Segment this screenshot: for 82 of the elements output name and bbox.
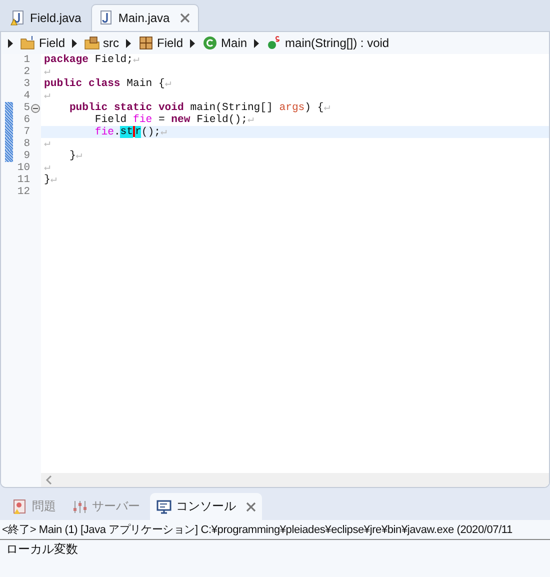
chevron-right-icon — [253, 38, 260, 48]
code-token: ) { — [304, 102, 324, 114]
view-tab[interactable]: コンソール — [150, 493, 262, 520]
code-token: (); — [141, 126, 160, 138]
code-token: public class — [44, 78, 120, 90]
editor-tab[interactable]: Main.java — [91, 4, 199, 31]
monitor-icon — [156, 498, 172, 514]
code-token: Main { — [126, 78, 165, 90]
tab-label: サーバー — [92, 498, 140, 515]
code-token: ↵ — [247, 114, 254, 126]
package-folder-icon — [84, 35, 100, 51]
code-token: = — [158, 114, 166, 126]
chevron-right-icon — [189, 38, 196, 48]
tab-label: Field.java — [30, 11, 82, 25]
code-token: Field — [94, 114, 128, 126]
breadcrumb-label: Field — [157, 36, 184, 50]
breadcrumb-label: Field — [39, 36, 66, 50]
code-token: st — [120, 126, 134, 138]
code-token: ↵ — [50, 174, 57, 186]
editor-tab[interactable]: Field.java — [4, 5, 90, 31]
code-token: ↵ — [164, 78, 172, 90]
breadcrumb-label: src — [103, 36, 120, 50]
code-token: fie — [133, 114, 152, 126]
chevron-right-icon — [125, 38, 132, 48]
breadcrumb-label: Main — [221, 36, 248, 50]
line-number: 8 — [22, 138, 30, 150]
problems-icon — [12, 498, 28, 514]
code-token: public static void — [68, 102, 184, 114]
tab-label: 問題 — [32, 498, 56, 515]
horizontal-scrollbar[interactable] — [41, 473, 549, 487]
code-token: } — [68, 150, 76, 162]
scroll-left-icon[interactable] — [45, 475, 53, 485]
code-token: ↵ — [133, 54, 140, 66]
line-number: 4 — [22, 90, 30, 102]
chevron-right-icon — [71, 38, 78, 48]
code-token: Field; — [94, 54, 134, 66]
code-token: Field(); — [196, 114, 248, 126]
line-number: 1 — [22, 54, 30, 66]
breadcrumb-item[interactable]: Main — [202, 35, 248, 51]
code-token: ↵ — [44, 90, 50, 102]
close-icon[interactable] — [180, 13, 190, 23]
console-header: <終了> Main (1) [Java アプリケーション] C:¥programming¥pleiades¥eclipse¥jre¥bin¥javaw.exe (2020/07/11 — [0, 520, 550, 540]
collapse-icon[interactable] — [31, 104, 40, 112]
line-number: 11 — [16, 174, 30, 186]
chevron-right-icon — [7, 38, 14, 48]
code-token: new — [171, 114, 190, 126]
code-token: ↵ — [324, 102, 330, 114]
line-number: 5 — [22, 102, 30, 114]
line-number: 10 — [16, 162, 30, 174]
line-number: 3 — [22, 78, 30, 90]
sliders-icon — [72, 498, 88, 514]
console-output: ローカル変数 — [5, 541, 79, 558]
breadcrumb-item[interactable]: main(String[]) : void — [266, 35, 390, 51]
code-token: ↵ — [44, 138, 50, 150]
package-icon — [138, 35, 154, 51]
tab-label: コンソール — [176, 498, 236, 515]
breadcrumb-item[interactable]: src — [84, 35, 120, 51]
code-token: main(String[] — [189, 102, 274, 114]
folder-icon — [20, 35, 36, 51]
code-token: } — [44, 174, 50, 186]
line-number: 2 — [22, 66, 30, 78]
code-token: r — [135, 126, 142, 138]
code-editor[interactable]: 1 package Field;↵ 2 ↵ 3 public class Main {↵ 4 ↵ 5 public static void main(String[] args) {↵ 6 Field fie = new Field();↵ 7 fie.st r();↵ 8 ↵ 9 }↵ 10 ↵ 11 }↵ 12 — [1, 54, 549, 487]
code-token: ↵ — [160, 126, 167, 138]
breadcrumb-label: main(String[]) : void — [285, 36, 390, 50]
close-icon[interactable] — [246, 502, 256, 512]
breadcrumb-item[interactable]: Field — [138, 35, 184, 51]
line-number: 7 — [22, 126, 30, 138]
code-token: . — [114, 126, 120, 138]
tab-label: Main.java — [118, 11, 170, 25]
line-number: 6 — [22, 114, 30, 126]
code-token: ↵ — [44, 66, 50, 78]
code-token: ↵ — [44, 162, 50, 174]
code-token: args — [279, 102, 305, 114]
code-token: package — [44, 54, 89, 66]
breadcrumb-item[interactable]: Field — [20, 35, 66, 51]
line-number: 12 — [16, 186, 30, 198]
line-number: 9 — [22, 150, 30, 162]
class-icon — [202, 35, 218, 51]
code-token: ↵ — [76, 150, 82, 162]
code-token: fie — [94, 126, 114, 138]
method-icon — [266, 35, 282, 51]
